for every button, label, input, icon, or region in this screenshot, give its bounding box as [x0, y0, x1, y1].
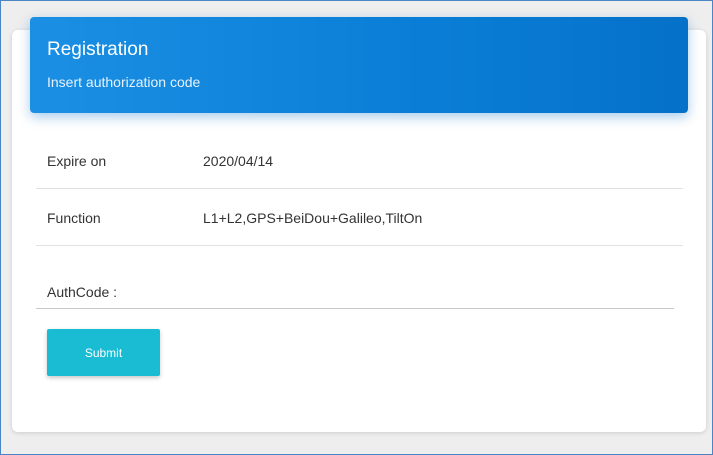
submit-button[interactable]: Submit [47, 329, 160, 376]
expire-row: Expire on 2020/04/14 [36, 132, 683, 189]
authcode-input[interactable] [127, 279, 673, 307]
authcode-underline [36, 308, 674, 309]
card-header: Registration Insert authorization code [30, 17, 688, 113]
expire-value: 2020/04/14 [203, 153, 274, 169]
page-subtitle: Insert authorization code [47, 74, 201, 90]
function-label: Function [47, 210, 101, 226]
page-frame: Registration Insert authorization code E… [0, 0, 713, 455]
authcode-label: AuthCode : [47, 284, 118, 300]
page-title: Registration [47, 39, 149, 60]
function-value: L1+L2,GPS+BeiDou+Galileo,TiltOn [203, 210, 423, 226]
expire-label: Expire on [47, 153, 107, 169]
function-row: Function L1+L2,GPS+BeiDou+Galileo,TiltOn [36, 189, 683, 246]
